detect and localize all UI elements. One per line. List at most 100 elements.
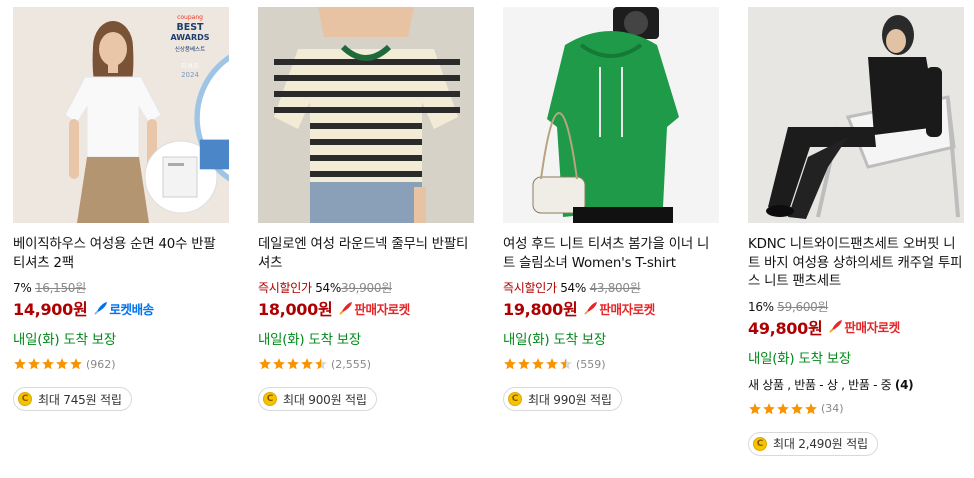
- rating: (2,555): [258, 357, 474, 371]
- rating: (34): [748, 402, 964, 416]
- seller-rocket-badge: 판매자로켓: [828, 317, 900, 336]
- rocket-delivery-badge: 로켓배송: [93, 299, 154, 318]
- star-rating: [748, 402, 818, 416]
- coin-icon: C: [753, 436, 767, 451]
- sale-label: 즉시할인가: [258, 281, 312, 295]
- star-rating: [258, 357, 328, 371]
- product-card[interactable]: 데일로엔 여성 라운드넥 줄무늬 반팔티셔츠 즉시할인가 54%39,900원 …: [258, 7, 474, 411]
- rocket-icon: [584, 301, 598, 315]
- star-icon: [805, 402, 817, 414]
- reward-label: 최대 990원 적립: [528, 392, 612, 407]
- review-count[interactable]: (962): [86, 358, 116, 371]
- price-line: 7% 16,150원: [13, 281, 229, 296]
- coin-icon: C: [18, 392, 32, 406]
- product-options[interactable]: 새 상품 , 반품 - 상 , 반품 - 중 (4): [748, 376, 964, 393]
- star-icon: [777, 402, 789, 414]
- product-image[interactable]: coupang BEST AWARDS 신상품베스트 티셔츠 2024: [13, 7, 229, 223]
- star-icon: [546, 358, 558, 370]
- product-image[interactable]: [748, 7, 964, 223]
- reward-label: 최대 745원 적립: [38, 392, 122, 407]
- award-year: 2024: [181, 71, 199, 79]
- best-awards-badge: coupang BEST AWARDS 신상품베스트 티셔츠 2024: [162, 10, 229, 182]
- product-name[interactable]: 여성 후드 니트 티셔츠 봄가을 이너 니트 슬림소녀 Women's T-sh…: [503, 236, 719, 273]
- rocket-icon: [829, 319, 843, 333]
- original-price: 39,900원: [341, 281, 392, 295]
- coin-icon: C: [263, 392, 277, 406]
- reward-chip[interactable]: C 최대 2,490원 적립: [748, 431, 878, 456]
- award-brand: coupang: [177, 14, 203, 21]
- badge-label: 판매자로켓: [844, 320, 900, 335]
- star-icon: [56, 358, 68, 370]
- star-icon: [287, 358, 299, 370]
- product-card[interactable]: coupang BEST AWARDS 신상품베스트 티셔츠 2024 베이직하…: [13, 7, 229, 411]
- reward-chip[interactable]: C 최대 990원 적립: [503, 387, 622, 411]
- product-image[interactable]: [258, 7, 474, 223]
- star-icon: [504, 358, 516, 370]
- star-rating: [13, 357, 83, 371]
- product-name[interactable]: 베이직하우스 여성용 순면 40수 반팔 티셔츠 2팩: [13, 236, 229, 273]
- reward-chip[interactable]: C 최대 745원 적립: [13, 387, 132, 411]
- delivery-promise: 내일(화) 도착 보장: [748, 351, 851, 367]
- delivery-promise: 내일(화) 도착 보장: [258, 333, 361, 348]
- original-price: 59,600원: [777, 299, 829, 314]
- star-icon: [315, 358, 327, 370]
- star-icon: [14, 358, 26, 370]
- sale-label: 즉시할인가: [503, 281, 557, 295]
- delivery-promise: 내일(화) 도착 보장: [13, 333, 116, 348]
- price-line: 즉시할인가 54%39,900원: [258, 281, 474, 296]
- rocket-icon: [94, 301, 108, 315]
- original-price: 43,800원: [589, 281, 641, 295]
- star-icon: [518, 358, 530, 370]
- star-icon: [28, 358, 40, 370]
- star-icon: [749, 402, 761, 414]
- review-count[interactable]: (2,555): [331, 358, 371, 371]
- review-count[interactable]: (34): [821, 402, 844, 415]
- options-label: 새 상품 , 반품 - 상 , 반품 - 중: [748, 377, 892, 392]
- price-row: 14,900원 로켓배송: [13, 298, 229, 319]
- sale-price: 14,900원: [13, 300, 88, 319]
- reward-chip[interactable]: C 최대 900원 적립: [258, 387, 377, 411]
- star-icon: [259, 358, 271, 370]
- price-row: 18,000원 판매자로켓: [258, 298, 474, 319]
- seller-rocket-badge: 판매자로켓: [583, 299, 655, 318]
- reward-label: 최대 2,490원 적립: [773, 437, 868, 451]
- rating: (962): [13, 357, 229, 371]
- star-icon: [532, 358, 544, 370]
- award-line1: BEST: [176, 22, 204, 33]
- discount-rate: 7%: [13, 281, 32, 295]
- star-icon: [791, 402, 803, 414]
- review-count[interactable]: (559): [576, 358, 606, 371]
- badge-label: 판매자로켓: [354, 301, 410, 317]
- discount-rate: 16%: [748, 299, 774, 314]
- badge-label: 로켓배송: [109, 301, 154, 317]
- reward-label: 최대 900원 적립: [283, 392, 367, 407]
- discount-rate: 54%: [560, 281, 586, 295]
- award-line2: AWARDS: [170, 33, 210, 42]
- star-icon: [273, 358, 285, 370]
- rating: (559): [503, 357, 719, 371]
- star-icon: [42, 358, 54, 370]
- delivery-promise: 내일(화) 도착 보장: [503, 333, 606, 348]
- award-line3: 신상품베스트: [174, 47, 206, 53]
- product-name[interactable]: KDNC 니트와이드팬츠세트 오버핏 니트 바지 여성용 상하의세트 캐주얼 투…: [748, 236, 964, 292]
- coin-icon: C: [508, 392, 522, 406]
- product-name[interactable]: 데일로엔 여성 라운드넥 줄무늬 반팔티셔츠: [258, 236, 474, 273]
- price-line: 16% 59,600원: [748, 300, 964, 315]
- star-rating: [503, 357, 573, 371]
- rocket-icon: [339, 301, 353, 315]
- price-line: 즉시할인가 54% 43,800원: [503, 281, 719, 296]
- discount-rate: 54%: [315, 281, 341, 295]
- sale-price: 19,800원: [503, 300, 578, 319]
- product-card[interactable]: KDNC 니트와이드팬츠세트 오버핏 니트 바지 여성용 상하의세트 캐주얼 투…: [748, 7, 964, 456]
- star-icon: [763, 402, 775, 414]
- price-row: 49,800원 판매자로켓: [748, 317, 964, 338]
- product-card[interactable]: 여성 후드 니트 티셔츠 봄가을 이너 니트 슬림소녀 Women's T-sh…: [503, 7, 719, 411]
- award-ribbon: 티셔츠: [181, 62, 199, 70]
- options-count: (4): [894, 377, 914, 392]
- seller-rocket-badge: 판매자로켓: [338, 299, 410, 318]
- star-icon: [70, 358, 82, 370]
- product-image[interactable]: [503, 7, 719, 223]
- star-icon: [301, 358, 313, 370]
- badge-label: 판매자로켓: [599, 301, 655, 317]
- sale-price: 49,800원: [748, 318, 823, 338]
